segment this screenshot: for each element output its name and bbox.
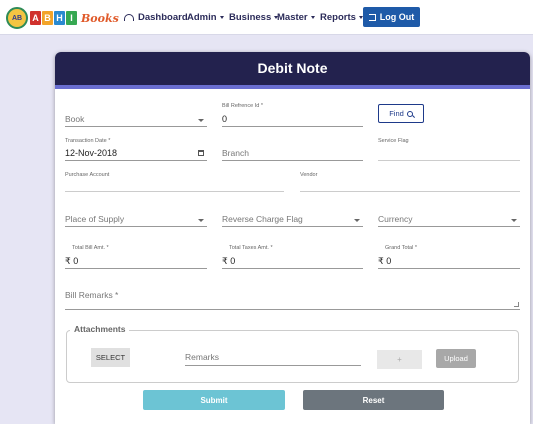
rupee-icon: ₹	[378, 256, 384, 266]
purchase-account-input[interactable]	[65, 178, 284, 192]
nav-reports-label: Reports	[320, 12, 356, 23]
grand-total-label: Grand Total *	[385, 245, 418, 251]
upload-button[interactable]: Upload	[436, 349, 476, 368]
logo-letter: B	[42, 11, 53, 25]
dashboard-icon	[124, 14, 134, 21]
submit-button[interactable]: Submit	[143, 390, 285, 410]
service-flag-input[interactable]	[378, 147, 520, 161]
dropdown-arrow-icon	[198, 119, 204, 122]
logout-icon	[368, 13, 376, 21]
transaction-date-input[interactable]: 12-Nov-2018	[65, 147, 207, 161]
bill-remarks-placeholder: Bill Remarks *	[65, 290, 119, 300]
find-label: Find	[389, 109, 404, 118]
transaction-date-label: Transaction Date *	[65, 138, 111, 144]
currency-select[interactable]: Currency	[378, 213, 520, 227]
logo-emblem-text: AB	[11, 14, 23, 22]
total-taxes-amt-label: Total Taxes Amt. *	[229, 245, 273, 251]
place-of-supply-select[interactable]: Place of Supply	[65, 213, 207, 227]
service-flag-label: Service Flag	[378, 138, 409, 144]
card-header: Debit Note	[55, 52, 530, 89]
logo-letter: H	[54, 11, 65, 25]
nav-business-menu[interactable]: Business	[229, 12, 279, 23]
book-placeholder: Book	[65, 114, 85, 124]
nav-dashboard-label: Dashboard	[138, 12, 188, 23]
vendor-input[interactable]	[300, 178, 520, 192]
logo-letter: A	[30, 11, 41, 25]
debit-note-card: Debit Note Book Bill Refrence Id * 0 Fin…	[55, 52, 530, 424]
branch-placeholder: Branch	[222, 148, 249, 158]
reset-button[interactable]: Reset	[303, 390, 444, 410]
attachments-legend: Attachments	[70, 324, 130, 334]
transaction-date-value: 12-Nov-2018	[65, 148, 118, 158]
reverse-charge-flag-placeholder: Reverse Charge Flag	[222, 214, 303, 224]
select-file-label: SELECT	[95, 353, 126, 362]
brand-logo[interactable]: AB A B H I Books	[6, 7, 119, 29]
chevron-down-icon	[310, 16, 315, 19]
total-bill-amt-label: Total Bill Amt. *	[72, 245, 109, 251]
total-taxes-amt-input[interactable]: ₹ 0	[222, 255, 363, 269]
logo-letter: I	[66, 11, 77, 25]
grand-total-value: 0	[386, 256, 392, 266]
resize-handle-icon[interactable]	[514, 302, 519, 307]
bill-reference-value: 0	[222, 114, 228, 124]
logo-letters: A B H I	[30, 11, 78, 25]
rupee-icon: ₹	[222, 256, 228, 266]
total-taxes-amt-value: 0	[230, 256, 236, 266]
dropdown-arrow-icon	[198, 219, 204, 222]
nav-reports-menu[interactable]: Reports	[320, 12, 363, 23]
currency-placeholder: Currency	[378, 214, 413, 224]
place-of-supply-placeholder: Place of Supply	[65, 214, 125, 224]
logo-emblem-icon: AB	[6, 7, 28, 29]
calendar-icon[interactable]	[198, 150, 204, 156]
total-bill-amt-input[interactable]: ₹ 0	[65, 255, 207, 269]
branch-select[interactable]: Branch	[222, 147, 363, 161]
search-icon	[406, 110, 413, 117]
bill-reference-label: Bill Refrence Id *	[222, 103, 263, 109]
rupee-icon: ₹	[65, 256, 71, 266]
logout-label: Log Out	[379, 12, 415, 22]
book-select[interactable]: Book	[65, 113, 207, 127]
add-attachment-button[interactable]: +	[377, 350, 422, 369]
nav-master-menu[interactable]: Master	[277, 12, 315, 23]
attachment-remarks-input[interactable]: Remarks	[185, 352, 361, 366]
total-bill-amt-value: 0	[73, 256, 79, 266]
chevron-down-icon	[219, 16, 224, 19]
nav-dashboard[interactable]: Dashboard	[124, 12, 188, 23]
logout-button[interactable]: Log Out	[363, 7, 420, 27]
plus-icon: +	[397, 355, 402, 364]
dropdown-arrow-icon	[354, 219, 360, 222]
select-file-button[interactable]: SELECT	[91, 348, 130, 367]
nav-admin-menu[interactable]: Admin	[187, 12, 224, 23]
nav-master-label: Master	[277, 12, 308, 23]
upload-label: Upload	[444, 354, 468, 363]
bill-remarks-textarea[interactable]: Bill Remarks *	[65, 290, 520, 310]
find-button[interactable]: Find	[378, 104, 424, 123]
page-title: Debit Note	[257, 60, 328, 76]
reverse-charge-flag-select[interactable]: Reverse Charge Flag	[222, 213, 363, 227]
reset-label: Reset	[362, 395, 385, 405]
nav-admin-label: Admin	[187, 12, 217, 23]
attachment-remarks-placeholder: Remarks	[185, 352, 220, 362]
nav-business-label: Business	[229, 12, 272, 23]
submit-label: Submit	[200, 395, 228, 405]
top-navbar: AB A B H I Books Dashboard Admin Busines…	[0, 0, 533, 35]
dropdown-arrow-icon	[511, 219, 517, 222]
bill-reference-input[interactable]: 0	[222, 113, 363, 127]
logo-suffix: Books	[81, 11, 119, 25]
grand-total-input[interactable]: ₹ 0	[378, 255, 520, 269]
